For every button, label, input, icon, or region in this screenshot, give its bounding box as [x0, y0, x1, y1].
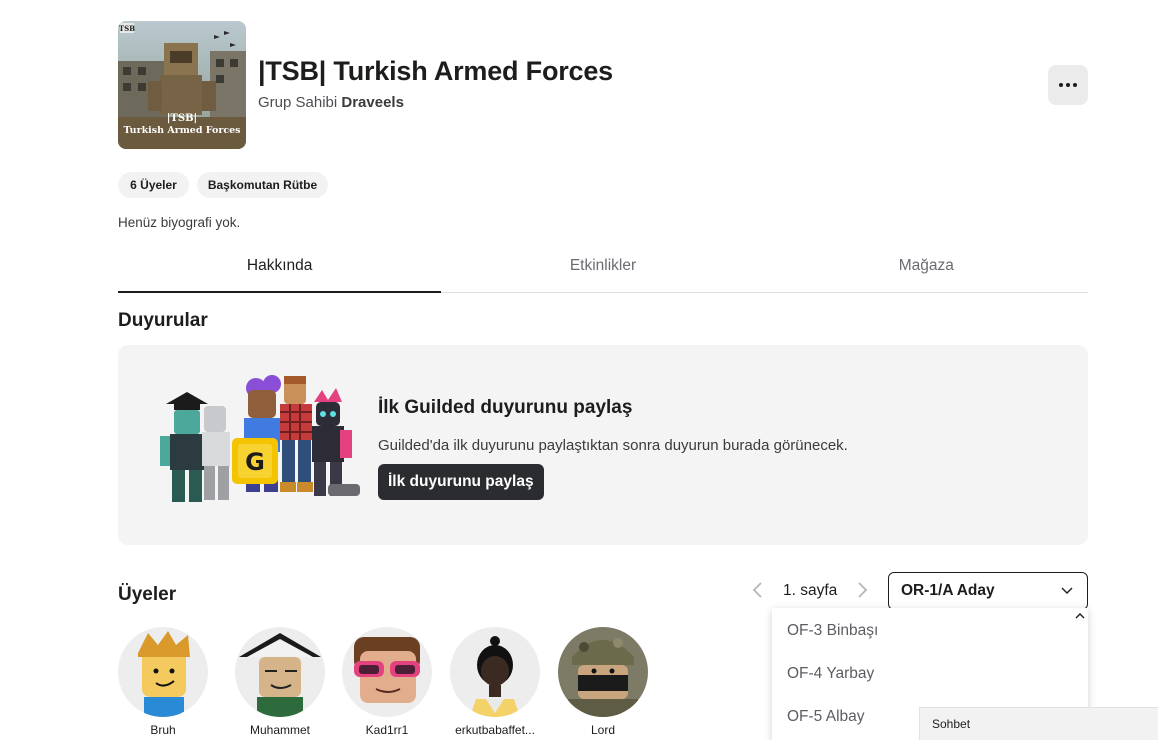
- next-page-button[interactable]: [855, 581, 869, 599]
- rank-option[interactable]: OF-5 Albay: [787, 708, 865, 726]
- group-bio: Henüz biyografi yok.: [118, 215, 241, 230]
- rank-select-value: OR-1/A Aday: [901, 582, 995, 599]
- member-name: Lord: [590, 723, 616, 737]
- group-thumbnail: TSB |TSB| Turkish Armed Forces: [118, 21, 246, 149]
- share-first-announcement-button[interactable]: İlk duyurunu paylaş: [378, 464, 544, 500]
- more-options-button[interactable]: [1048, 65, 1088, 105]
- member-name: Muhammet: [249, 723, 311, 737]
- member-name: Bruh: [150, 723, 176, 737]
- guilded-characters-illustration: G: [152, 372, 364, 520]
- chevron-left-icon: [752, 582, 762, 598]
- member-card[interactable]: Lord: [558, 627, 648, 737]
- member-card[interactable]: Muhammet: [235, 627, 325, 737]
- owner-name-link[interactable]: Draveels: [341, 94, 404, 111]
- rank-pill: Başkomutan Rütbe: [197, 172, 328, 198]
- previous-page-button[interactable]: [751, 581, 765, 599]
- group-tabs: Hakkında Etkinlikler Mağaza: [118, 248, 1088, 293]
- thumbnail-caption-line2: Turkish Armed Forces: [123, 125, 240, 136]
- chat-tab[interactable]: Sohbet: [919, 707, 1158, 740]
- member-card[interactable]: erkutbabaffet...: [450, 627, 540, 737]
- scroll-up-arrow-icon[interactable]: [1075, 612, 1085, 620]
- rank-select[interactable]: OR-1/A Aday: [888, 572, 1088, 610]
- thumbnail-tag-text: TSB: [119, 24, 135, 33]
- more-dots-icon: [1059, 83, 1063, 87]
- avatar: [235, 627, 325, 717]
- member-name: Kad1rr1: [365, 723, 409, 737]
- group-title: |TSB| Turkish Armed Forces: [258, 56, 613, 86]
- avatar: [118, 627, 208, 717]
- chevron-down-icon: [1061, 587, 1073, 594]
- page-indicator: 1. sayfa: [783, 582, 838, 599]
- tab-events[interactable]: Etkinlikler: [441, 248, 764, 292]
- avatar: [342, 627, 432, 717]
- member-name: erkutbabaffet...: [455, 723, 535, 737]
- chevron-right-icon: [858, 582, 868, 598]
- members-title: Üyeler: [118, 584, 177, 605]
- members-count-pill: 6 Üyeler: [118, 172, 189, 198]
- group-owner: Grup Sahibi Draveels: [258, 94, 404, 111]
- announcement-heading: İlk Guilded duyurunu paylaş: [378, 397, 633, 418]
- rank-option[interactable]: OF-3 Binbaşı: [787, 622, 878, 640]
- tab-store[interactable]: Mağaza: [765, 248, 1088, 292]
- member-card[interactable]: Kad1rr1: [342, 627, 432, 737]
- announcement-description: Guilded'da ilk duyurunu paylaştıktan son…: [378, 437, 848, 454]
- thumbnail-caption-line1: |TSB|: [167, 113, 197, 124]
- member-card[interactable]: Bruh: [118, 627, 208, 737]
- rank-option[interactable]: OF-4 Yarbay: [787, 665, 874, 683]
- avatar: [450, 627, 540, 717]
- tab-about[interactable]: Hakkında: [118, 248, 442, 293]
- guilded-logo-letter: G: [245, 448, 265, 476]
- avatar: [558, 627, 648, 717]
- owner-prefix: Grup Sahibi: [258, 94, 338, 111]
- announcements-title: Duyurular: [118, 310, 208, 331]
